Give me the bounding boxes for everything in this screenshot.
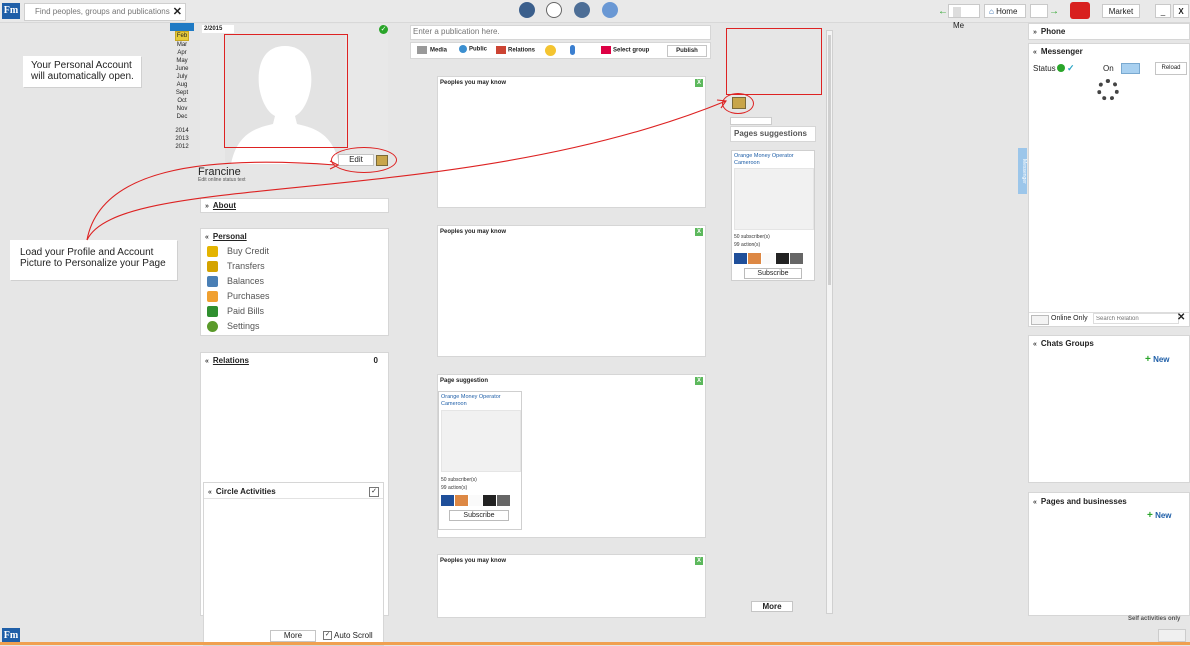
annotation-arrows (86, 99, 727, 241)
